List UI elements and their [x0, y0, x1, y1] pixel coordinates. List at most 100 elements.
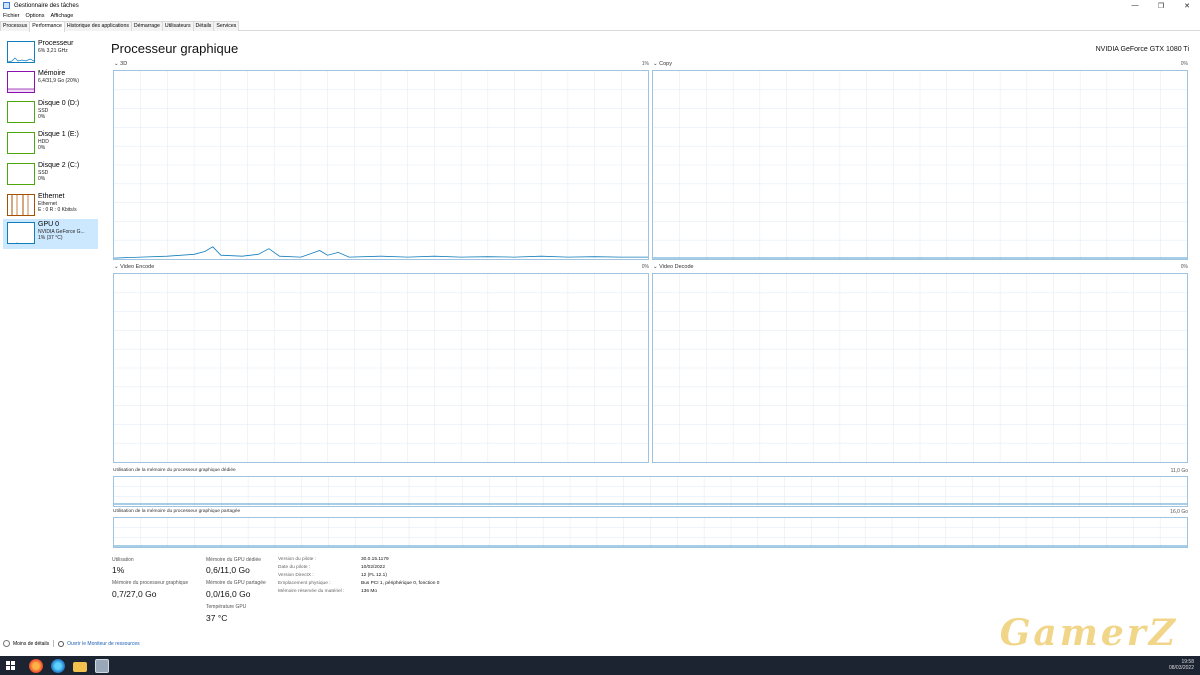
- shared-memory-label: Utilisation de la mémoire du processeur …: [113, 509, 241, 514]
- driver-version-value: 30.0.15.1179: [361, 557, 389, 562]
- graph-grid: [653, 71, 1187, 259]
- sidebar-item-ethernet[interactable]: Ethernet Ethernet E : 0 R : 0 Kbits/s: [3, 191, 98, 221]
- sidebar-item-detail: 1% (37 °C): [38, 235, 63, 241]
- tab-historique[interactable]: Historique des applications: [63, 21, 132, 31]
- task-manager-taskbar-icon[interactable]: [95, 658, 109, 673]
- shared-label: Mémoire du GPU partagée: [206, 580, 266, 586]
- engine-3d-label[interactable]: ⌄ 3D: [114, 61, 127, 67]
- reserved-memory-label: Mémoire réservée du matériel :: [278, 589, 345, 594]
- close-button[interactable]: ✕: [1174, 0, 1200, 11]
- firefox-icon[interactable]: [29, 658, 43, 673]
- sidebar-item-disque-1[interactable]: Disque 1 (E:) HDD 0%: [3, 129, 98, 159]
- chevron-up-icon[interactable]: [3, 640, 10, 647]
- tab-details[interactable]: Détails: [192, 21, 215, 31]
- gpu-model-name: NVIDIA GeForce GTX 1080 Ti: [1095, 46, 1189, 53]
- resource-monitor-link[interactable]: Ouvrir le Moniteur de ressources: [67, 641, 140, 647]
- tab-performance[interactable]: Performance: [29, 21, 65, 32]
- sidebar-item-detail: 0%: [38, 145, 46, 151]
- sidebar-item-memoire[interactable]: Mémoire 6,4/31,9 Go (20%): [3, 68, 98, 98]
- footer-bar: Moins de détails Ouvrir le Moniteur de r…: [3, 640, 140, 647]
- engine-video-encode-graph: [113, 273, 649, 463]
- taskbar-clock[interactable]: 19:58 08/03/2022: [1169, 659, 1194, 671]
- engine-copy-label[interactable]: ⌄ Copy: [653, 61, 672, 67]
- utilization-label: Utilisation: [112, 557, 134, 563]
- sidebar-item-label: Processeur: [38, 40, 74, 47]
- sidebar-item-disque-0[interactable]: Disque 0 (D:) SSD 0%: [3, 98, 98, 128]
- directx-version-label: Version DirectX :: [278, 573, 314, 578]
- sidebar-item-gpu-0[interactable]: GPU 0 NVIDIA GeForce G... 1% (37 °C): [3, 219, 98, 249]
- graph-grid: [114, 477, 1187, 506]
- sidebar-item-label: Disque 0 (D:): [38, 100, 80, 107]
- window-controls: — ❐ ✕: [1122, 0, 1200, 11]
- engine-3d-graph: [113, 70, 649, 260]
- tab-processus[interactable]: Processus: [0, 21, 31, 31]
- clock-date: 08/03/2022: [1168, 665, 1194, 671]
- shared-memory-max: 16,0 Go: [1170, 509, 1188, 515]
- shared-value: 0,0/16,0 Go: [206, 589, 251, 599]
- utilization-value: 1%: [112, 565, 125, 575]
- shared-memory-graph: [113, 517, 1188, 548]
- menu-bar: Fichier Options Affichage: [0, 11, 76, 21]
- gpu-memory-value: 0,7/27,0 Go: [112, 589, 157, 599]
- graph-grid: [114, 274, 648, 462]
- reserved-memory-value: 136 Mo: [361, 589, 377, 594]
- task-manager-window: Gestionnaire des tâches — ❐ ✕ Fichier Op…: [0, 0, 1200, 675]
- sidebar-item-detail: 0%: [38, 176, 46, 182]
- temperature-label: Température GPU: [206, 604, 247, 610]
- sidebar-item-processeur[interactable]: Processeur 6% 3,21 GHz: [3, 38, 98, 68]
- sidebar-item-detail: E : 0 R : 0 Kbits/s: [38, 207, 77, 213]
- dedicated-memory-graph: [113, 476, 1188, 507]
- memory-mini-graph: [7, 71, 35, 93]
- sidebar-item-disque-2[interactable]: Disque 2 (C:) SSD 0%: [3, 160, 98, 190]
- sidebar-item-label: GPU 0: [38, 221, 60, 228]
- restore-button[interactable]: ❐: [1148, 0, 1174, 11]
- directx-version-value: 12 (FL 12.1): [361, 573, 387, 578]
- tab-demarrage[interactable]: Démarrage: [130, 21, 163, 31]
- gpu-memory-label: Mémoire du processeur graphique: [112, 580, 189, 586]
- graph-grid: [114, 71, 648, 259]
- menu-affichage[interactable]: Affichage: [47, 13, 76, 19]
- task-manager-icon: [3, 2, 10, 9]
- engine-copy-graph: [652, 70, 1188, 260]
- driver-date-value: 10/02/2022: [361, 565, 386, 570]
- edge-icon[interactable]: [51, 658, 65, 673]
- temperature-value: 37 °C: [206, 613, 228, 623]
- cpu-mini-graph: [7, 41, 35, 63]
- menu-fichier[interactable]: Fichier: [0, 13, 23, 19]
- engine-video-decode-graph: [652, 273, 1188, 463]
- engine-video-decode-percent: 0%: [1180, 264, 1188, 270]
- sidebar-item-label: Disque 1 (E:): [38, 131, 79, 138]
- driver-date-label: Date du pilote :: [278, 565, 311, 570]
- graph-grid: [653, 274, 1187, 462]
- sidebar-item-label: Mémoire: [38, 70, 66, 77]
- less-details-link[interactable]: Moins de détails: [13, 641, 49, 647]
- dedicated-label: Mémoire du GPU dédiée: [206, 557, 262, 563]
- ethernet-mini-graph: [7, 194, 35, 216]
- disk0-mini-graph: [7, 101, 35, 123]
- minimize-button[interactable]: —: [1122, 0, 1148, 11]
- title-bar: Gestionnaire des tâches — ❐ ✕: [0, 0, 1200, 11]
- sidebar-item-label: Ethernet: [38, 193, 65, 200]
- file-explorer-icon[interactable]: [73, 661, 87, 672]
- gpu-mini-graph: [7, 222, 35, 244]
- engine-video-encode-percent: 0%: [641, 264, 649, 270]
- menu-options[interactable]: Options: [23, 13, 48, 19]
- disk2-mini-graph: [7, 163, 35, 185]
- physical-location-value: Bus PCI 1, périphérique 0, fonction 0: [361, 581, 440, 586]
- windows-start-icon[interactable]: [6, 661, 15, 670]
- tab-bar: Processus Performance Historique des app…: [0, 21, 1200, 32]
- window-title: Gestionnaire des tâches: [14, 2, 79, 9]
- disk1-mini-graph: [7, 132, 35, 154]
- footer-separator: [53, 640, 55, 647]
- taskbar: 19:58 08/03/2022: [0, 656, 1200, 675]
- sidebar-item-detail: 6,4/31,9 Go (20%): [38, 78, 79, 84]
- tab-services[interactable]: Services: [213, 21, 240, 31]
- tab-utilisateurs[interactable]: Utilisateurs: [161, 21, 194, 31]
- engine-video-encode-label[interactable]: ⌄ Video Encode: [114, 264, 154, 270]
- dedicated-memory-label: Utilisation de la mémoire du processeur …: [113, 468, 236, 473]
- sidebar-item-detail: 0%: [38, 114, 46, 120]
- dedicated-value: 0,6/11,0 Go: [206, 565, 250, 575]
- engine-video-decode-label[interactable]: ⌄ Video Decode: [653, 264, 694, 270]
- graph-grid: [114, 518, 1187, 547]
- sidebar-item-label: Disque 2 (C:): [38, 162, 80, 169]
